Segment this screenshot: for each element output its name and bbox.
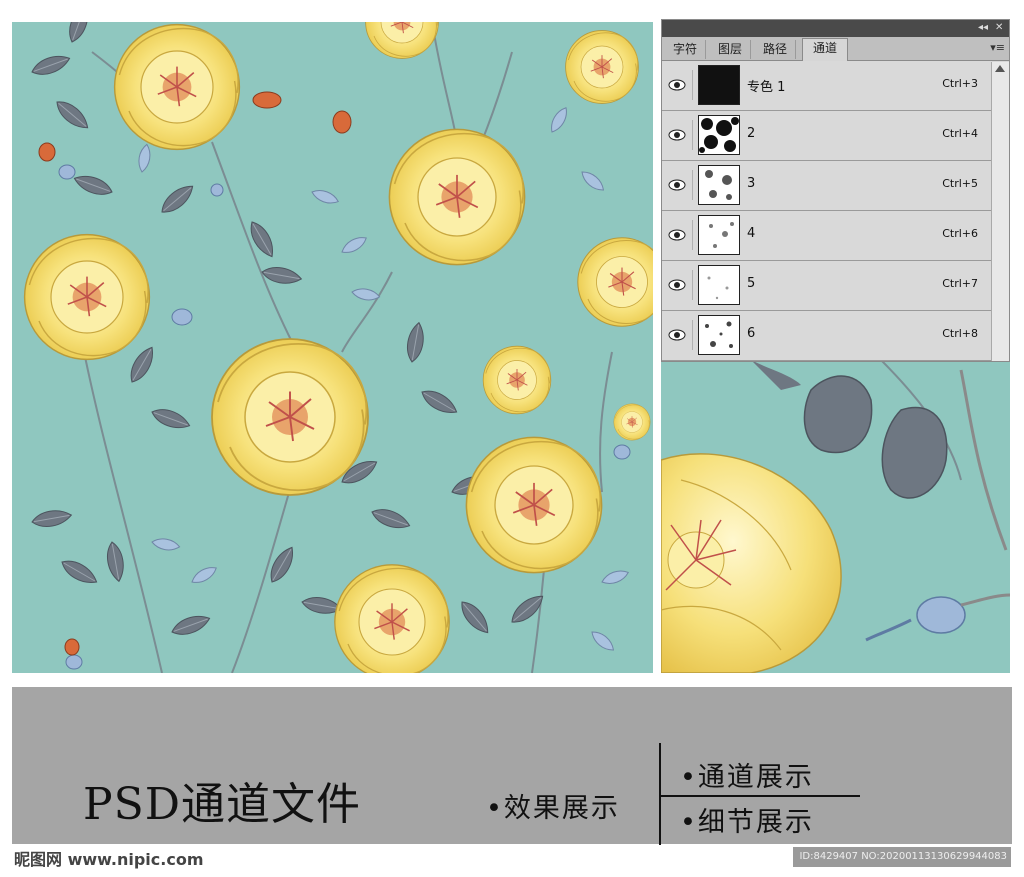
- eye-icon[interactable]: [666, 270, 693, 300]
- detail-preview: [661, 360, 1010, 673]
- channel-name: 3: [747, 176, 756, 191]
- tab-paths[interactable]: 路径: [755, 40, 796, 59]
- panel-menu-icon[interactable]: ▾≡: [990, 41, 1005, 54]
- image-id: ID:8429407 NO:20200113130629944083: [793, 847, 1011, 867]
- channel-shortcut: Ctrl+6: [942, 227, 978, 240]
- channel-thumbnail: [698, 265, 740, 305]
- panel-titlebar: ◂◂ ✕: [662, 20, 1009, 37]
- rose-pattern: [23, 22, 653, 673]
- channel-row[interactable]: 5 Ctrl+7: [662, 261, 992, 311]
- channel-thumbnail: [698, 65, 740, 105]
- eye-icon[interactable]: [666, 170, 693, 200]
- eye-icon[interactable]: [666, 120, 693, 150]
- channel-thumbnail: [698, 215, 740, 255]
- channel-shortcut: Ctrl+8: [942, 327, 978, 340]
- panel-tabbar: 字符 图层 路径 通道 ▾≡: [662, 37, 1009, 61]
- tab-channels[interactable]: 通道: [802, 38, 848, 61]
- item-channel: •通道展示: [680, 762, 814, 793]
- eye-icon[interactable]: [666, 320, 693, 350]
- channel-row[interactable]: 3 Ctrl+5: [662, 161, 992, 211]
- collapse-icon[interactable]: ◂◂: [978, 21, 988, 35]
- site-logo: 昵图网 www.nipic.com: [14, 850, 204, 869]
- channel-row[interactable]: 6 Ctrl+8: [662, 311, 992, 361]
- channel-name: 4: [747, 226, 756, 241]
- eye-icon[interactable]: [666, 220, 693, 250]
- panel-scrollbar[interactable]: [991, 62, 1009, 361]
- divider-horizontal: [660, 795, 860, 797]
- scroll-up-icon[interactable]: [995, 65, 1005, 72]
- tab-layers[interactable]: 图层: [710, 40, 751, 59]
- channel-thumbnail: [698, 315, 740, 355]
- tab-character[interactable]: 字符: [665, 40, 706, 59]
- channel-name: 2: [747, 126, 756, 141]
- channel-name: 6: [747, 326, 756, 341]
- pattern-preview: [12, 22, 653, 673]
- close-icon[interactable]: ✕: [995, 21, 1003, 35]
- channel-thumbnail: [698, 115, 740, 155]
- channel-name: 5: [747, 276, 756, 291]
- item-detail: •细节展示: [680, 807, 814, 838]
- channel-thumbnail: [698, 165, 740, 205]
- eye-icon[interactable]: [666, 70, 693, 100]
- channel-name: 专色 1: [747, 80, 786, 95]
- item-effect: •效果展示: [486, 793, 620, 824]
- channel-shortcut: Ctrl+7: [942, 277, 978, 290]
- channel-row[interactable]: 4 Ctrl+6: [662, 211, 992, 261]
- divider-vertical: [659, 743, 661, 845]
- channels-panel: ◂◂ ✕ 字符 图层 路径 通道 ▾≡ 专色 1 Ctrl+3 2 Ctrl+4…: [661, 19, 1010, 362]
- channel-row[interactable]: 2 Ctrl+4: [662, 111, 992, 161]
- channel-shortcut: Ctrl+3: [942, 77, 978, 90]
- rose-detail: [661, 360, 1010, 673]
- banner-title: PSD通道文件: [83, 779, 362, 830]
- channel-row[interactable]: 专色 1 Ctrl+3: [662, 61, 992, 111]
- channel-shortcut: Ctrl+5: [942, 177, 978, 190]
- channel-shortcut: Ctrl+4: [942, 127, 978, 140]
